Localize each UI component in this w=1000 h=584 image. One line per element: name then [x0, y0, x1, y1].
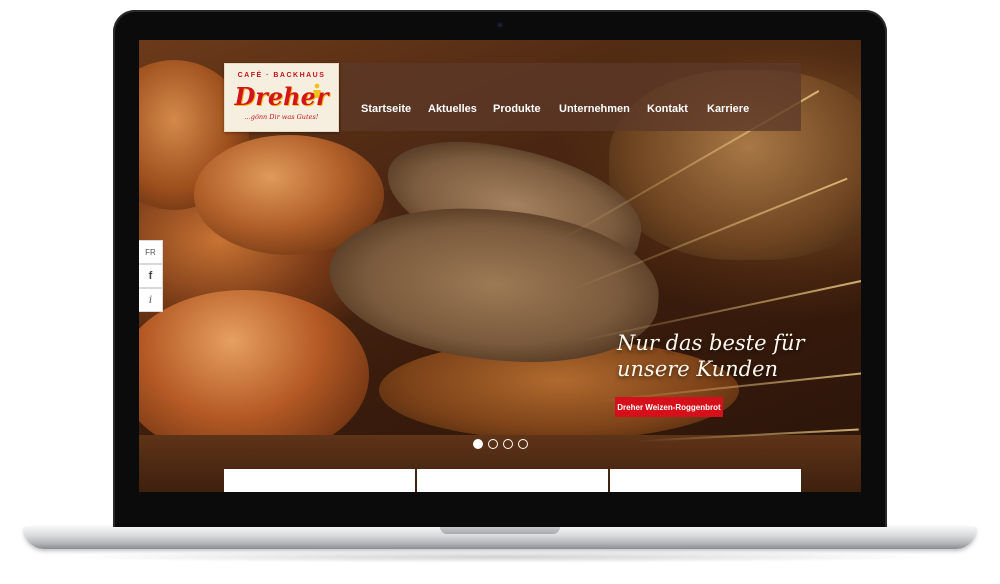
teaser-card[interactable] — [224, 469, 415, 492]
slider-dot[interactable] — [503, 439, 513, 449]
hero-cta-button[interactable]: Dreher Weizen-Roggenbrot — [615, 397, 723, 417]
nav-item-produkte[interactable]: Produkte — [493, 103, 541, 115]
logo-top-line: CAFÉ · BACKHAUS — [237, 72, 326, 79]
baker-figure-icon — [313, 83, 321, 98]
slider-dot[interactable] — [473, 439, 483, 449]
language-switch-fr[interactable]: FR — [139, 240, 163, 264]
nav-item-startseite[interactable]: Startseite — [361, 103, 411, 115]
slider-pagination — [473, 439, 531, 451]
slider-dot[interactable] — [488, 439, 498, 449]
info-icon[interactable]: i — [139, 288, 163, 312]
webcam-icon — [496, 21, 504, 29]
slider-dot[interactable] — [518, 439, 528, 449]
site-logo[interactable]: CAFÉ · BACKHAUS Dreher ...gönn Dir was G… — [224, 63, 339, 132]
main-nav: Startseite Aktuelles Produkte Unternehme… — [341, 63, 801, 131]
hero-headline-line: Nur das beste für — [617, 331, 805, 355]
laptop-notch — [440, 527, 560, 534]
laptop-shadow — [60, 551, 940, 563]
teaser-cards — [224, 469, 801, 492]
hero-headline: Nur das beste für unsere Kunden — [617, 330, 857, 382]
nav-item-aktuelles[interactable]: Aktuelles — [428, 103, 477, 115]
nav-item-unternehmen[interactable]: Unternehmen — [559, 103, 630, 115]
teaser-card[interactable] — [610, 469, 801, 492]
hero-headline-line: unsere Kunden — [617, 357, 779, 381]
website-screen: CAFÉ · BACKHAUS Dreher ...gönn Dir was G… — [139, 40, 861, 492]
facebook-icon[interactable]: f — [139, 264, 163, 288]
teaser-card[interactable] — [417, 469, 608, 492]
nav-item-karriere[interactable]: Karriere — [707, 103, 749, 115]
logo-tagline: ...gönn Dir was Gutes! — [244, 113, 319, 121]
nav-item-kontakt[interactable]: Kontakt — [647, 103, 688, 115]
